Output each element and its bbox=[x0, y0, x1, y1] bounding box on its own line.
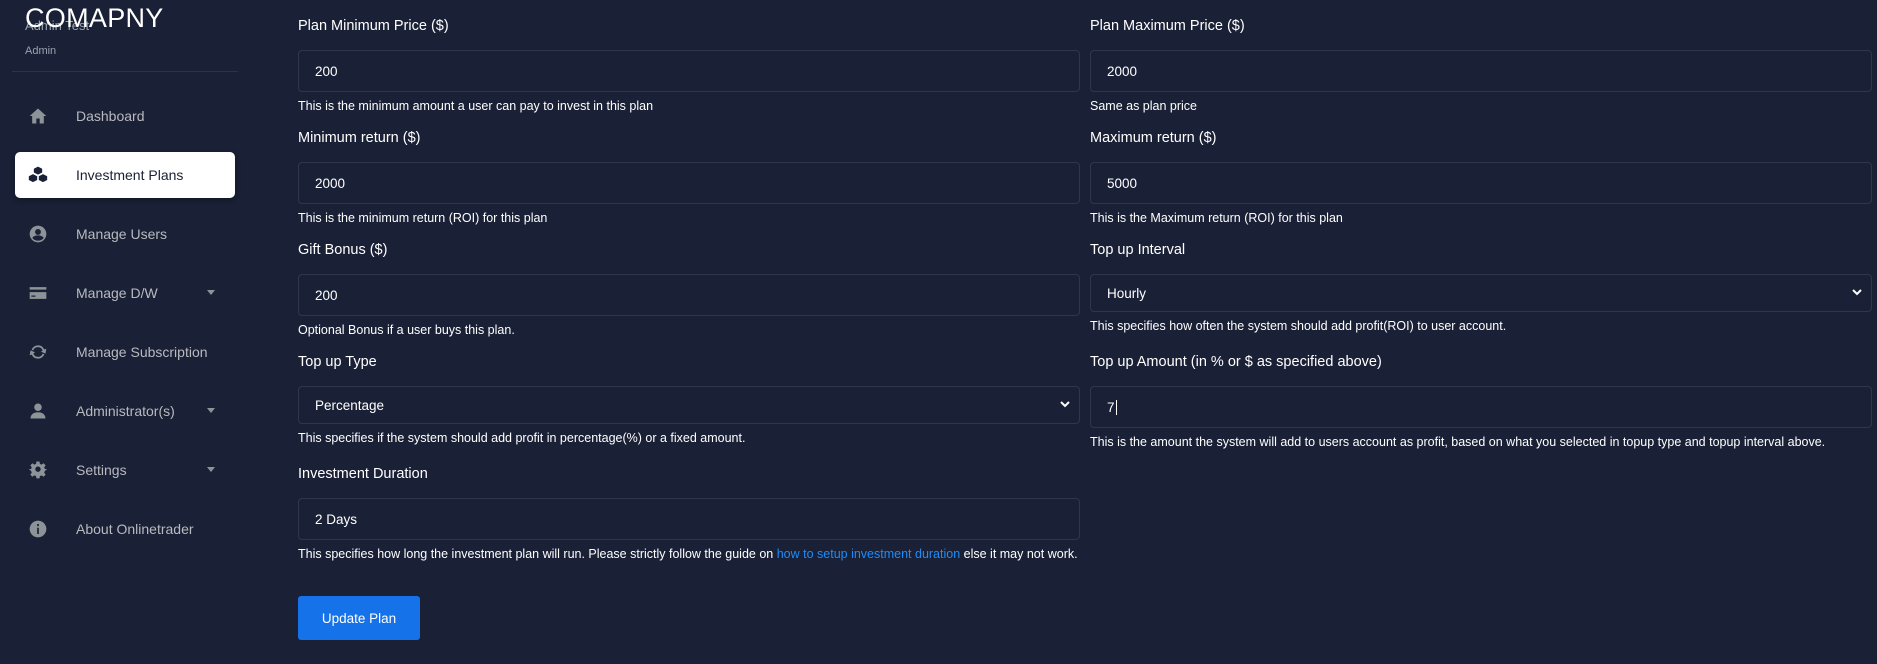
refresh-icon bbox=[27, 341, 49, 363]
sidebar-item-label: Manage D/W bbox=[76, 285, 158, 301]
sidebar-item-manage-dw[interactable]: Manage D/W bbox=[15, 270, 235, 316]
credit-card-icon bbox=[27, 282, 49, 304]
topup-amount-value: 7 bbox=[1107, 399, 1115, 415]
min-return-group: Minimum return ($) 2000 This is the mini… bbox=[298, 127, 1080, 229]
min-return-value: 2000 bbox=[315, 175, 346, 191]
sidebar-item-label: About Onlinetrader bbox=[76, 521, 194, 537]
sidebar-item-label: Dashboard bbox=[76, 108, 145, 124]
duration-label: Investment Duration bbox=[298, 466, 428, 482]
chevron-down-icon bbox=[207, 408, 215, 413]
topup-type-help: This specifies if the system should add … bbox=[298, 431, 746, 445]
gift-bonus-input[interactable]: 200 bbox=[298, 274, 1080, 316]
sidebar-item-label: Manage Subscription bbox=[76, 344, 208, 360]
sidebar-item-manage-users[interactable]: Manage Users bbox=[15, 211, 235, 257]
duration-help-text-end: else it may not work. bbox=[960, 547, 1078, 561]
max-price-label: Plan Maximum Price ($) bbox=[1090, 18, 1245, 34]
topup-type-label: Top up Type bbox=[298, 354, 377, 370]
sidebar-item-label: Settings bbox=[76, 462, 127, 478]
max-price-input[interactable]: 2000 bbox=[1090, 50, 1872, 92]
duration-value: 2 Days bbox=[315, 511, 358, 527]
duration-input[interactable]: 2 Days bbox=[298, 498, 1080, 540]
sidebar-item-label: Administrator(s) bbox=[76, 403, 175, 419]
topup-interval-label: Top up Interval bbox=[1090, 242, 1186, 258]
max-return-help: This is the Maximum return (ROI) for thi… bbox=[1090, 211, 1343, 225]
min-price-input[interactable]: 200 bbox=[298, 50, 1080, 92]
gift-bonus-label: Gift Bonus ($) bbox=[298, 242, 388, 258]
min-price-group: Plan Minimum Price ($) 200 This is the m… bbox=[298, 15, 1080, 117]
max-return-group: Maximum return ($) 5000 This is the Maxi… bbox=[1090, 127, 1872, 229]
topup-amount-help: This is the amount the system will add t… bbox=[1090, 435, 1826, 449]
duration-guide-link[interactable]: how to setup investment duration bbox=[777, 547, 960, 561]
duration-help: This specifies how long the investment p… bbox=[298, 544, 1080, 565]
text-cursor bbox=[1115, 399, 1117, 415]
duration-group: Investment Duration 2 Days This specifie… bbox=[298, 463, 1080, 565]
max-price-value: 2000 bbox=[1107, 63, 1138, 79]
min-return-help: This is the minimum return (ROI) for thi… bbox=[298, 211, 548, 225]
update-plan-button[interactable]: Update Plan bbox=[298, 596, 420, 640]
gift-bonus-group: Gift Bonus ($) 200 Optional Bonus if a u… bbox=[298, 239, 1080, 341]
topup-amount-input[interactable]: 7 bbox=[1090, 386, 1872, 428]
min-price-help: This is the minimum amount a user can pa… bbox=[298, 99, 654, 113]
sidebar-item-settings[interactable]: Settings bbox=[15, 447, 235, 493]
sidebar: Admin Test COMAPNY Admin Dashboard Inves… bbox=[0, 0, 250, 664]
gift-bonus-value: 200 bbox=[315, 287, 338, 303]
topup-type-value: Percentage bbox=[315, 397, 385, 413]
chevron-down-icon bbox=[1851, 286, 1863, 301]
sidebar-item-investment-plans[interactable]: Investment Plans bbox=[15, 152, 235, 198]
topup-interval-select[interactable]: Hourly bbox=[1090, 274, 1872, 312]
sidebar-item-manage-subscription[interactable]: Manage Subscription bbox=[15, 329, 235, 375]
topup-type-select[interactable]: Percentage bbox=[298, 386, 1080, 424]
min-return-label: Minimum return ($) bbox=[298, 130, 421, 146]
max-return-label: Maximum return ($) bbox=[1090, 130, 1217, 146]
max-return-value: 5000 bbox=[1107, 175, 1138, 191]
cubes-icon bbox=[27, 164, 49, 186]
gift-bonus-help: Optional Bonus if a user buys this plan. bbox=[298, 323, 515, 337]
chevron-down-icon bbox=[1059, 398, 1071, 413]
sidebar-item-label: Investment Plans bbox=[76, 167, 184, 183]
gear-icon bbox=[27, 459, 49, 481]
topup-amount-label: Top up Amount (in % or $ as specified ab… bbox=[1090, 354, 1382, 370]
sidebar-item-label: Manage Users bbox=[76, 226, 168, 242]
min-price-value: 200 bbox=[315, 63, 338, 79]
min-price-label: Plan Minimum Price ($) bbox=[298, 18, 449, 34]
sidebar-item-administrators[interactable]: Administrator(s) bbox=[15, 388, 235, 434]
info-icon bbox=[27, 518, 49, 540]
max-price-group: Plan Maximum Price ($) 2000 Same as plan… bbox=[1090, 15, 1872, 117]
user-circle-icon bbox=[27, 223, 49, 245]
chevron-down-icon bbox=[207, 290, 215, 295]
user-role: Admin bbox=[25, 45, 57, 57]
chevron-down-icon bbox=[207, 467, 215, 472]
sidebar-item-about[interactable]: About Onlinetrader bbox=[15, 506, 235, 552]
topup-amount-group: Top up Amount (in % or $ as specified ab… bbox=[1090, 351, 1872, 453]
brand-logo[interactable]: COMAPNY bbox=[25, 3, 164, 34]
home-icon bbox=[27, 105, 49, 127]
topup-interval-value: Hourly bbox=[1107, 285, 1147, 301]
duration-help-text: This specifies how long the investment p… bbox=[298, 547, 777, 561]
min-return-input[interactable]: 2000 bbox=[298, 162, 1080, 204]
topup-interval-help: This specifies how often the system shou… bbox=[1090, 319, 1507, 333]
sidebar-item-dashboard[interactable]: Dashboard bbox=[15, 93, 235, 139]
max-return-input[interactable]: 5000 bbox=[1090, 162, 1872, 204]
max-price-help: Same as plan price bbox=[1090, 99, 1198, 113]
sidebar-divider bbox=[12, 71, 238, 72]
topup-interval-group: Top up Interval Hourly This specifies ho… bbox=[1090, 239, 1872, 337]
topup-type-group: Top up Type Percentage This specifies if… bbox=[298, 351, 1080, 449]
user-icon bbox=[27, 400, 49, 422]
